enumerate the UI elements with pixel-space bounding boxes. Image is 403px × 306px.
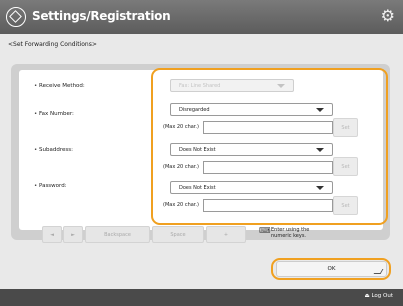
numeric-keys-note: Enter using the numeric keys. — [271, 227, 310, 239]
password-label: Password: — [34, 183, 67, 189]
fax-number-label: Fax Number: — [34, 111, 74, 117]
cursor-left-button[interactable]: ◄ — [42, 226, 62, 243]
backspace-button[interactable]: Backspace — [85, 226, 150, 243]
screen-subtitle: <Set Forwarding Conditions> — [8, 41, 97, 48]
receive-method-label: Receive Method: — [34, 83, 85, 89]
subaddress-label: Subaddress: — [34, 147, 73, 153]
numeric-keys-icon: ⌨ — [259, 226, 271, 235]
space-button[interactable]: Space — [152, 226, 204, 243]
cursor-right-button[interactable]: ► — [63, 226, 83, 243]
plus-button[interactable]: + — [206, 226, 246, 243]
settings-registration-icon — [6, 7, 26, 27]
focus-highlight — [151, 68, 388, 225]
page-title: Settings/Registration — [32, 9, 171, 23]
gear-icon[interactable]: ⚙ — [381, 8, 395, 24]
bottom-bar — [0, 289, 403, 306]
ok-label: OK — [327, 266, 336, 272]
title-bar: Settings/Registration ⚙ — [0, 0, 403, 34]
logout-button[interactable]: ⏏ Log Out — [365, 293, 394, 299]
checkmark-icon — [373, 269, 384, 274]
logout-label: Log Out — [371, 293, 393, 299]
ok-button[interactable]: OK — [276, 261, 387, 277]
